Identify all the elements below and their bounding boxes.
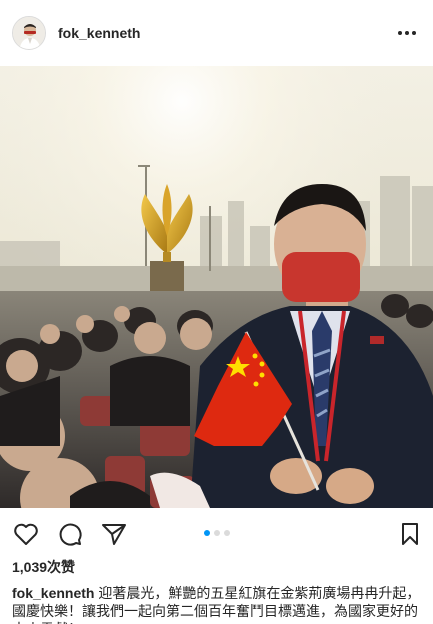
post-header: fok_kenneth — [0, 0, 433, 66]
bookmark-icon — [402, 523, 418, 545]
more-options-button[interactable] — [393, 19, 421, 47]
post-photo[interactable] — [0, 66, 433, 508]
avatar[interactable] — [12, 16, 46, 50]
carousel-dot[interactable] — [223, 530, 230, 536]
post-actions — [0, 516, 433, 552]
caption-username[interactable]: fok_kenneth — [12, 585, 94, 601]
carousel-dot[interactable] — [203, 530, 210, 536]
carousel-indicator — [0, 530, 433, 536]
post-username[interactable]: fok_kenneth — [58, 25, 140, 41]
more-horizontal-icon — [398, 31, 416, 35]
post-caption: fok_kenneth 迎著晨光，鮮艷的五星紅旗在金紫荊廣場冉冉升起，國慶快樂！… — [12, 584, 422, 624]
save-button[interactable] — [396, 520, 424, 548]
like-count[interactable]: 1,039次赞 — [12, 557, 75, 577]
carousel-dot[interactable] — [213, 530, 220, 536]
